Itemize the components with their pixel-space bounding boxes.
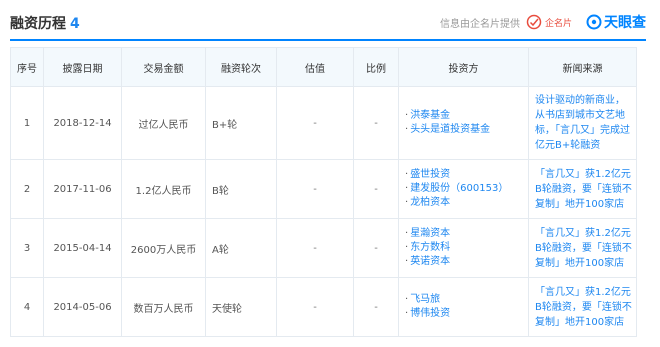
source-text: 信息由企名片提供 xyxy=(439,18,520,30)
cell-ratio: - xyxy=(353,277,399,337)
column-header-ratio: 比例 xyxy=(353,47,399,87)
data-source: 信息由企名片提供 企名片 天眼查 xyxy=(440,10,646,34)
investor-list: · 洪泰基金 · 头头是道投资基金 xyxy=(405,109,528,137)
investor-list: · 盛世投资 · 建发股份（600153） · 龙柏资本 xyxy=(405,168,528,210)
table-header-row: 序号 披露日期 交易金额 融资轮次 估值 比例 投资方 新闻来源 xyxy=(10,47,637,87)
bullet: · xyxy=(405,308,409,319)
investor-link[interactable]: 博伟投资 xyxy=(410,308,450,319)
column-header-round: 融资轮次 xyxy=(205,47,277,87)
cell-valuation: - xyxy=(276,277,354,337)
tianyancha-icon xyxy=(586,14,602,30)
news-link[interactable]: 「言几又」获1.2亿元B轮融资，要「连锁不复制」地开100家店 xyxy=(529,226,636,271)
financing-history-table: 序号 披露日期 交易金额 融资轮次 估值 比例 投资方 新闻来源 1 2018-… xyxy=(10,47,637,337)
news-link[interactable]: 「言几又」获1.2亿元B轮融资，要「连锁不复制」地开100家店 xyxy=(529,167,636,212)
bullet: · xyxy=(405,294,409,305)
record-count-badge: 4 xyxy=(70,16,80,32)
cell-round: 天使轮 xyxy=(205,277,277,337)
investor-list: · 星瀚资本 · 东方数科 · 英诺资本 xyxy=(405,227,528,269)
column-header-investors: 投资方 xyxy=(398,47,529,87)
cell-index: 2 xyxy=(10,159,44,219)
bullet: · xyxy=(405,228,409,239)
investor-item[interactable]: · 盛世投资 xyxy=(405,168,528,182)
cell-ratio: - xyxy=(353,218,399,278)
bullet: · xyxy=(405,183,409,194)
cell-amount: 1.2亿人民币 xyxy=(121,159,206,219)
cell-news: 「言几又」获1.2亿元B轮融资，要「连锁不复制」地开100家店 xyxy=(528,159,637,219)
cell-amount: 数百万人民币 xyxy=(121,277,206,337)
cell-valuation: - xyxy=(276,218,354,278)
cell-investors: · 飞马旅 · 博伟投资 xyxy=(398,277,529,337)
investor-link[interactable]: 东方数科 xyxy=(410,242,450,253)
investor-link[interactable]: 洪泰基金 xyxy=(410,110,450,121)
cell-round: B+轮 xyxy=(205,86,277,160)
header-divider xyxy=(10,39,646,41)
investor-item[interactable]: · 头头是道投资基金 xyxy=(405,123,528,137)
investor-item[interactable]: · 博伟投资 xyxy=(405,307,528,321)
column-header-amount: 交易金额 xyxy=(121,47,206,87)
cell-valuation: - xyxy=(276,86,354,160)
investor-link[interactable]: 星瀚资本 xyxy=(410,228,450,239)
investor-item[interactable]: · 星瀚资本 xyxy=(405,227,528,241)
investor-list: · 飞马旅 · 博伟投资 xyxy=(405,293,528,321)
investor-item[interactable]: · 英诺资本 xyxy=(405,255,528,269)
cell-investors: · 洪泰基金 · 头头是道投资基金 xyxy=(398,86,529,160)
cell-ratio: - xyxy=(353,159,399,219)
cell-index: 3 xyxy=(10,218,44,278)
column-header-news: 新闻来源 xyxy=(528,47,637,87)
qimingpian-logo[interactable]: 企名片 xyxy=(526,14,572,30)
investor-link[interactable]: 龙柏资本 xyxy=(410,197,450,208)
column-header-valuation: 估值 xyxy=(276,47,354,87)
cell-round: A轮 xyxy=(205,218,277,278)
page-title: 融资历程 4 xyxy=(10,13,80,33)
bullet: · xyxy=(405,197,409,208)
cell-news: 设计驱动的新商业，从书店到城市文艺地标，「言几又」完成过亿元B+轮融资 xyxy=(528,86,637,160)
cell-index: 1 xyxy=(10,86,44,160)
cell-date: 2015-04-14 xyxy=(43,218,122,278)
cell-news: 「言几又」获1.2亿元B轮融资，要「连锁不复制」地开100家店 xyxy=(528,277,637,337)
qimingpian-logo-text: 企名片 xyxy=(544,18,572,29)
table-row: 1 2018-12-14 过亿人民币 B+轮 - - · 洪泰基金 · 头头是道投资… xyxy=(10,86,637,160)
cell-amount: 2600万人民币 xyxy=(121,218,206,278)
investor-item[interactable]: · 龙柏资本 xyxy=(405,196,528,210)
tianyancha-logo-text: 天眼查 xyxy=(604,14,646,30)
investor-link[interactable]: 头头是道投资基金 xyxy=(410,124,490,135)
financing-table-wrapper: 序号 披露日期 交易金额 融资轮次 估值 比例 投资方 新闻来源 1 2018-… xyxy=(10,47,637,337)
investor-item[interactable]: · 东方数科 xyxy=(405,241,528,255)
table-row: 3 2015-04-14 2600万人民币 A轮 - - · 星瀚资本 · 东方数科… xyxy=(10,218,637,278)
news-link[interactable]: 设计驱动的新商业，从书店到城市文艺地标，「言几又」完成过亿元B+轮融资 xyxy=(529,93,636,153)
cell-ratio: - xyxy=(353,86,399,160)
section-header: 融资历程 4 信息由企名片提供 企名片 天眼查 xyxy=(10,10,646,34)
column-header-date: 披露日期 xyxy=(43,47,122,87)
table-row: 2 2017-11-06 1.2亿人民币 B轮 - - · 盛世投资 · 建发股份（… xyxy=(10,159,637,219)
investor-link[interactable]: 飞马旅 xyxy=(410,294,440,305)
cell-date: 2017-11-06 xyxy=(43,159,122,219)
investor-item[interactable]: · 洪泰基金 xyxy=(405,109,528,123)
cell-amount: 过亿人民币 xyxy=(121,86,206,160)
cell-investors: · 盛世投资 · 建发股份（600153） · 龙柏资本 xyxy=(398,159,529,219)
investor-link[interactable]: 盛世投资 xyxy=(410,169,450,180)
cell-news: 「言几又」获1.2亿元B轮融资，要「连锁不复制」地开100家店 xyxy=(528,218,637,278)
investor-link[interactable]: 建发股份（600153） xyxy=(410,183,508,194)
cell-investors: · 星瀚资本 · 东方数科 · 英诺资本 xyxy=(398,218,529,278)
bullet: · xyxy=(405,110,409,121)
investor-link[interactable]: 英诺资本 xyxy=(410,256,450,267)
cell-valuation: - xyxy=(276,159,354,219)
cell-date: 2018-12-14 xyxy=(43,86,122,160)
tianyancha-logo[interactable]: 天眼查 xyxy=(586,12,646,32)
table-row: 4 2014-05-06 数百万人民币 天使轮 - - · 飞马旅 · 博伟投资 「… xyxy=(10,277,637,337)
cell-date: 2014-05-06 xyxy=(43,277,122,337)
qimingpian-icon xyxy=(526,14,542,30)
news-link[interactable]: 「言几又」获1.2亿元B轮融资，要「连锁不复制」地开100家店 xyxy=(529,285,636,330)
investor-item[interactable]: · 飞马旅 xyxy=(405,293,528,307)
cell-round: B轮 xyxy=(205,159,277,219)
investor-item[interactable]: · 建发股份（600153） xyxy=(405,182,528,196)
bullet: · xyxy=(405,124,409,135)
title-text: 融资历程 xyxy=(10,16,66,32)
bullet: · xyxy=(405,242,409,253)
column-header-index: 序号 xyxy=(10,47,44,87)
cell-index: 4 xyxy=(10,277,44,337)
bullet: · xyxy=(405,169,409,180)
bullet: · xyxy=(405,256,409,267)
